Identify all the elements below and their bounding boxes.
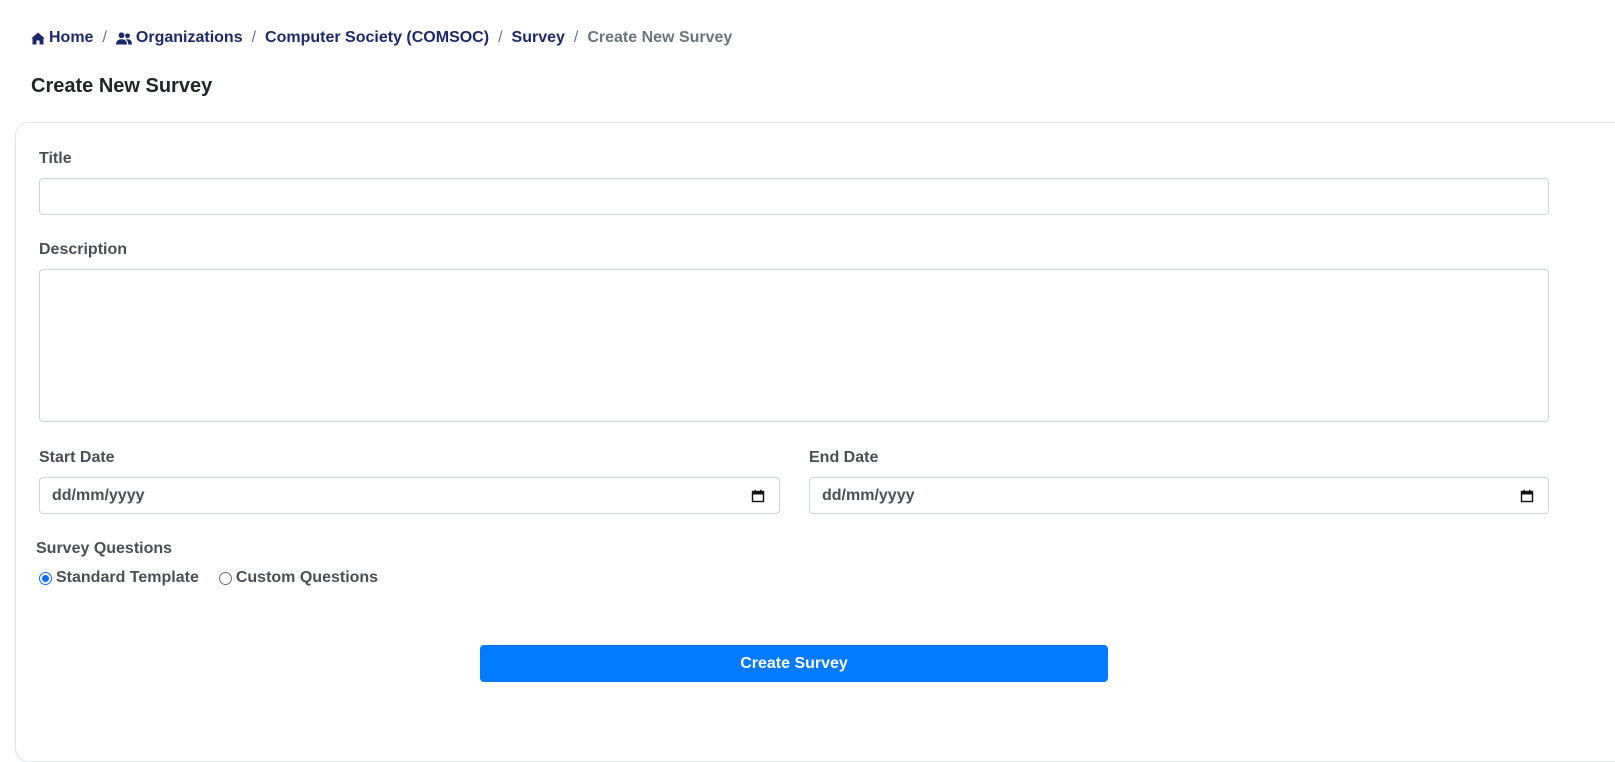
- survey-questions-radio-group: Standard Template Custom Questions: [39, 569, 378, 587]
- title-input[interactable]: [39, 178, 1549, 215]
- title-label: Title: [39, 150, 72, 167]
- end-date-input[interactable]: dd/mm/yyyy: [809, 477, 1549, 514]
- custom-questions-label: Custom Questions: [235, 569, 379, 586]
- breadcrumb-organizations-label: Organizations: [135, 29, 243, 46]
- breadcrumb-separator: /: [251, 29, 257, 46]
- calendar-icon[interactable]: [751, 489, 765, 503]
- users-icon: [115, 31, 132, 45]
- start-date-label: Start Date: [39, 449, 115, 466]
- description-label: Description: [39, 241, 128, 258]
- breadcrumb-organization-link[interactable]: Computer Society (COMSOC): [265, 29, 489, 47]
- breadcrumb-home-link[interactable]: Home: [31, 29, 93, 47]
- custom-questions-option[interactable]: Custom Questions: [218, 569, 379, 587]
- standard-template-label: Standard Template: [56, 569, 199, 586]
- breadcrumb-home-label: Home: [49, 29, 94, 46]
- calendar-icon[interactable]: [1520, 489, 1534, 503]
- page-title: Create New Survey: [31, 75, 213, 97]
- end-date-placeholder: dd/mm/yyyy: [822, 486, 915, 504]
- breadcrumb-separator: /: [498, 29, 503, 46]
- breadcrumb: Home / Organizations / Computer Society …: [31, 27, 732, 49]
- start-date-input[interactable]: dd/mm/yyyy: [39, 477, 780, 514]
- home-icon: [31, 32, 45, 45]
- breadcrumb-organizations-link[interactable]: Organizations: [115, 29, 243, 47]
- end-date-label: End Date: [809, 449, 879, 466]
- survey-questions-label: Survey Questions: [36, 540, 173, 557]
- breadcrumb-separator: /: [573, 29, 579, 46]
- breadcrumb-current: Create New Survey: [587, 29, 733, 46]
- start-date-placeholder: dd/mm/yyyy: [52, 486, 145, 504]
- breadcrumb-survey-link[interactable]: Survey: [512, 29, 565, 47]
- create-survey-button[interactable]: Create Survey: [480, 645, 1108, 682]
- standard-template-radio[interactable]: [39, 571, 52, 585]
- breadcrumb-separator: /: [102, 29, 107, 46]
- custom-questions-radio[interactable]: [218, 571, 232, 585]
- description-textarea[interactable]: [39, 269, 1549, 422]
- standard-template-option[interactable]: Standard Template: [39, 569, 199, 587]
